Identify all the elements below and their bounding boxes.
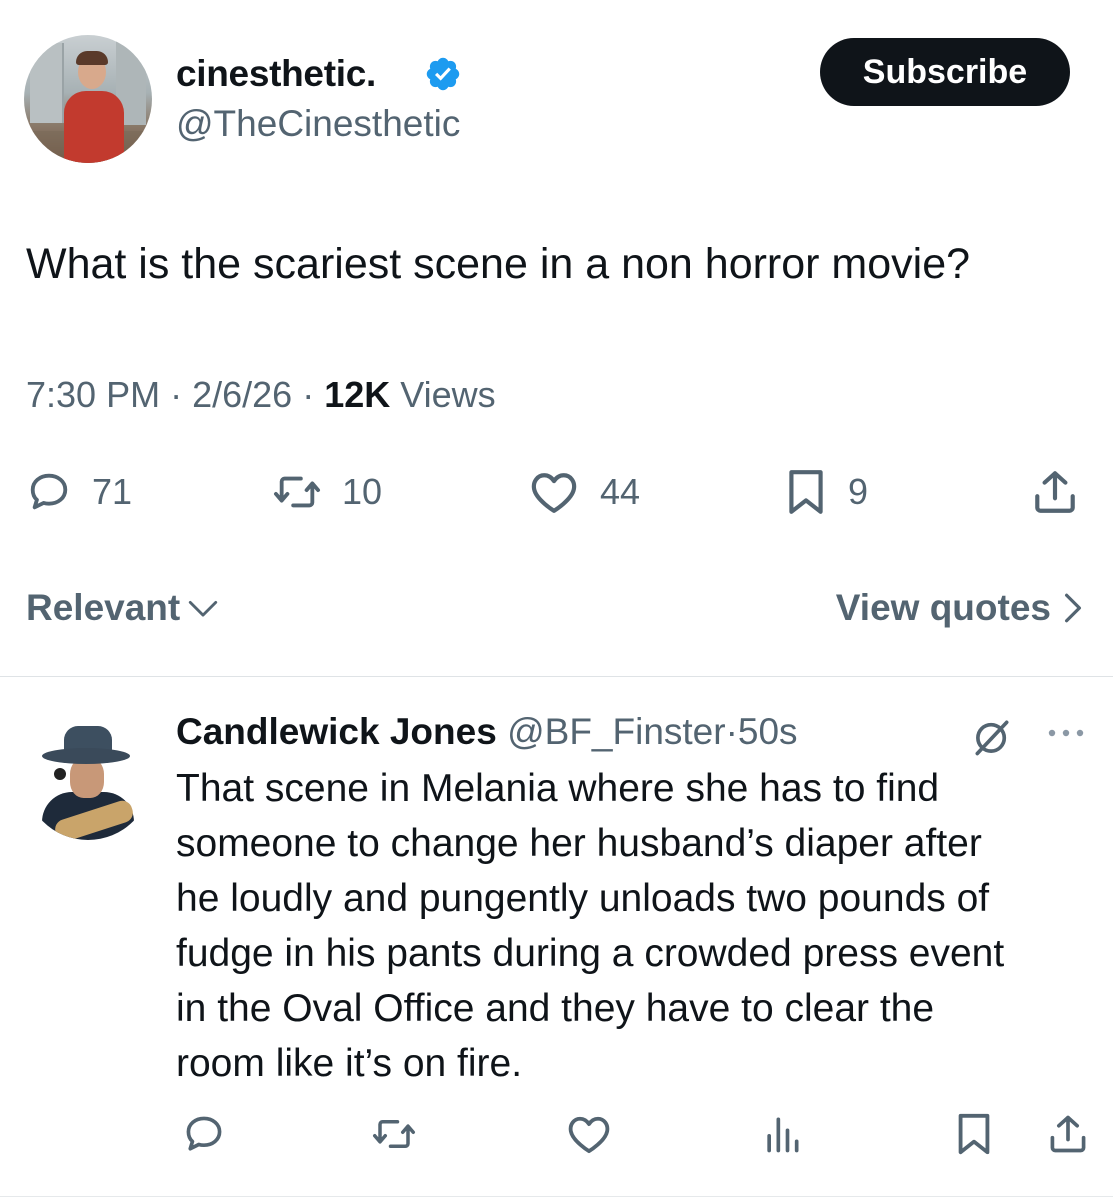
views-label: Views: [400, 374, 496, 415]
reply-author-name[interactable]: Candlewick Jones: [176, 711, 497, 752]
reply-share-button[interactable]: [1040, 1106, 1096, 1162]
author-handle[interactable]: @TheCinesthetic: [176, 102, 460, 146]
author-display-name[interactable]: cinesthetic.: [176, 52, 376, 96]
share-upload-icon: [1050, 1115, 1086, 1153]
reply-author-handle[interactable]: @BF_Finster: [507, 711, 726, 752]
reply-like-button[interactable]: [561, 1106, 617, 1162]
chevron-down-icon: [189, 600, 218, 617]
meta-separator: ·: [170, 374, 183, 415]
grok-icon[interactable]: [970, 715, 1014, 759]
view-quotes-label: View quotes: [835, 587, 1051, 628]
bookmark-icon: [958, 1113, 990, 1155]
reply-text-line: fudge in his pants during a crowded pres…: [176, 932, 1005, 975]
sort-relevant-label: Relevant: [26, 587, 181, 628]
reply-text-line: in the Oval Office and they have to clea…: [176, 987, 935, 1030]
reply-text: That scene in Melania where she has to f…: [176, 761, 1096, 1091]
share-button[interactable]: [1030, 462, 1080, 522]
reply-text-line: room like it’s on fire.: [176, 1042, 523, 1085]
bookmark-count: 9: [848, 471, 869, 512]
reply-bookmark-button[interactable]: [946, 1106, 1002, 1162]
reply-text-line: someone to change her husband’s diaper a…: [176, 822, 982, 865]
post-meta: 7:30 PM · 2/6/26 · 12K Views: [26, 372, 496, 418]
share-upload-icon: [1035, 471, 1075, 513]
like-count: 44: [600, 471, 641, 512]
bottom-divider: [0, 1196, 1113, 1197]
post-date[interactable]: 2/6/26: [192, 374, 292, 415]
speech-bubble-icon: [30, 473, 68, 510]
subscribe-button[interactable]: Subscribe: [820, 38, 1070, 106]
repost-button[interactable]: 10: [272, 462, 382, 522]
section-divider: [0, 676, 1113, 677]
reply-author-avatar[interactable]: [24, 712, 152, 840]
reply-text-line: That scene in Melania where she has to f…: [176, 767, 940, 810]
speech-bubble-icon: [186, 1116, 222, 1151]
reply-age[interactable]: 50s: [738, 711, 798, 752]
sort-relevant-dropdown[interactable]: Relevant: [26, 580, 220, 636]
heart-icon: [568, 1116, 610, 1154]
post-time[interactable]: 7:30 PM: [26, 374, 160, 415]
bookmark-icon: [789, 470, 823, 514]
reply-button[interactable]: 71: [26, 462, 132, 522]
meta-separator: ·: [302, 374, 315, 415]
replies-sort-bar: Relevant View quotes: [0, 580, 1113, 636]
post-actions: 71 10 44 9: [0, 462, 1113, 522]
views-count: 12K: [324, 374, 391, 415]
reply-header: Candlewick Jones @BF_Finster·50s: [176, 709, 798, 755]
reply-count: 71: [92, 471, 133, 512]
chevron-right-icon: [1065, 593, 1081, 623]
verified-badge-icon: [426, 57, 460, 91]
author-avatar[interactable]: [24, 35, 152, 163]
reply-actions: [0, 1106, 1113, 1162]
more-ellipsis-icon[interactable]: [1044, 725, 1088, 741]
repost-count: 10: [342, 471, 383, 512]
post-text: What is the scariest scene in a non horr…: [26, 240, 971, 288]
heart-icon: [531, 473, 577, 513]
repost-arrows-icon: [273, 476, 320, 508]
reply-separator: ·: [725, 711, 738, 752]
reply-reply-button[interactable]: [176, 1106, 232, 1162]
reply-text-line: he loudly and pungently unloads two poun…: [176, 877, 990, 920]
reply-repost-button[interactable]: [366, 1106, 422, 1162]
like-button[interactable]: 44: [528, 462, 640, 522]
bar-chart-icon: [767, 1117, 799, 1153]
reply-views-button[interactable]: [754, 1106, 810, 1162]
bookmark-button[interactable]: 9: [784, 462, 868, 522]
repost-arrows-icon: [373, 1120, 415, 1148]
view-quotes-link[interactable]: View quotes: [836, 580, 1083, 636]
